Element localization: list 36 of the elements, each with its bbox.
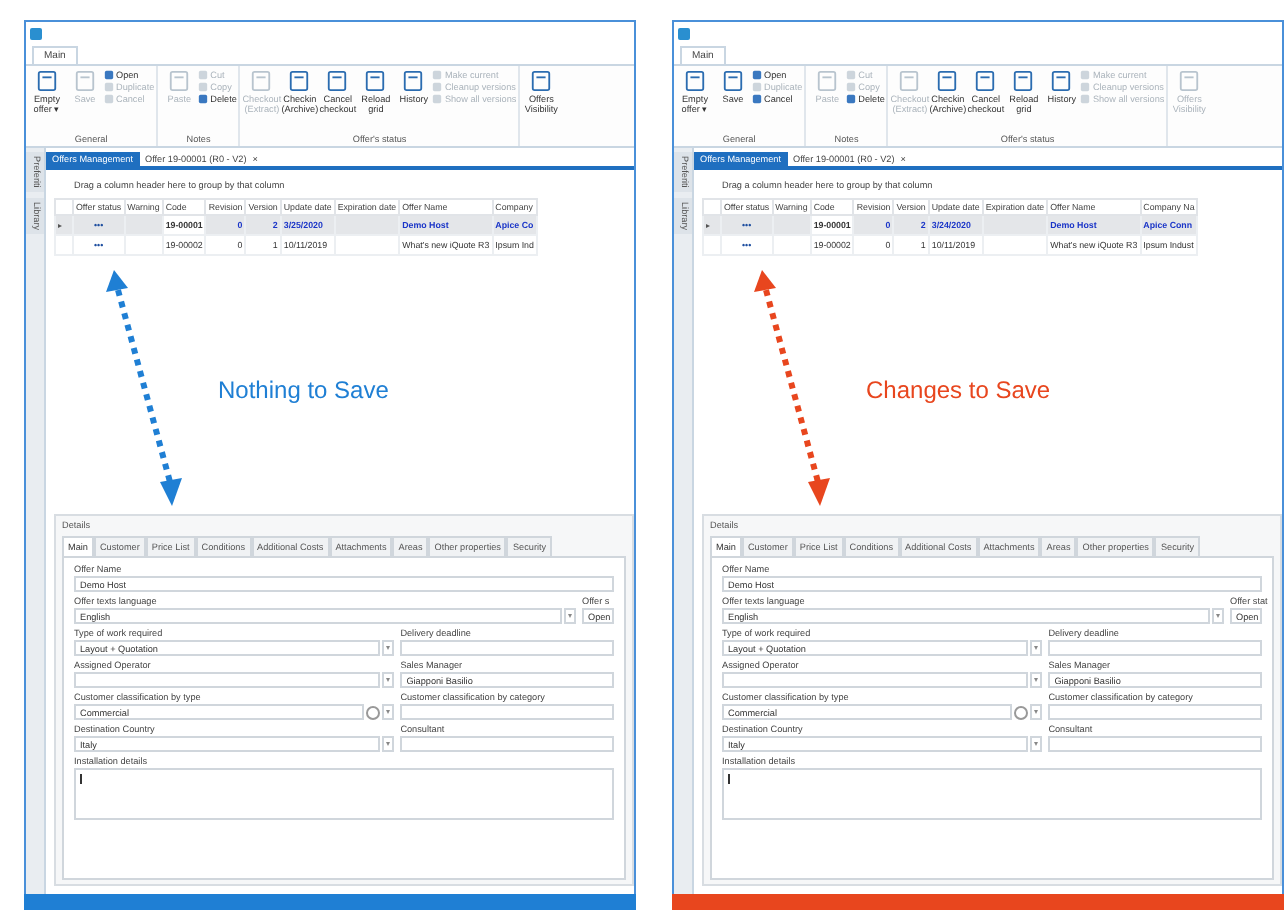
dropdown-field[interactable]	[74, 672, 381, 688]
row-pointer-icon	[58, 224, 62, 228]
input-field[interactable]	[1048, 704, 1262, 720]
input-field[interactable]	[400, 736, 614, 752]
input-field[interactable]	[1048, 736, 1262, 752]
document-icon	[1012, 70, 1035, 92]
document-icon	[36, 70, 58, 92]
dropdown-caret-icon[interactable]	[1212, 608, 1224, 624]
dropdown-field[interactable]	[722, 672, 1029, 688]
document-icon	[74, 70, 96, 92]
text-area[interactable]	[74, 768, 614, 820]
input-field[interactable]	[1048, 640, 1262, 656]
document-icon	[1178, 70, 1201, 92]
text-area[interactable]	[722, 768, 1262, 820]
document-icon	[722, 70, 744, 92]
document-icon	[530, 70, 553, 92]
document-icon	[326, 70, 349, 92]
row-pointer-icon	[706, 224, 710, 228]
input-field[interactable]	[400, 640, 614, 656]
dropdown-caret-icon[interactable]	[564, 608, 576, 624]
document-icon	[1050, 70, 1073, 92]
document-icon	[684, 70, 706, 92]
document-icon	[364, 70, 387, 92]
document-icon	[898, 70, 921, 92]
document-icon	[250, 70, 273, 92]
document-icon	[936, 70, 959, 92]
app-icon	[30, 27, 42, 39]
input-field[interactable]	[400, 704, 614, 720]
annotation-text: Nothing to Save	[218, 376, 389, 404]
app-icon	[678, 27, 690, 39]
document-icon	[974, 70, 997, 92]
annotation-text: Changes to Save	[866, 376, 1051, 404]
document-icon	[288, 70, 311, 92]
document-icon	[168, 70, 191, 92]
document-icon	[402, 70, 425, 92]
document-icon	[816, 70, 839, 92]
